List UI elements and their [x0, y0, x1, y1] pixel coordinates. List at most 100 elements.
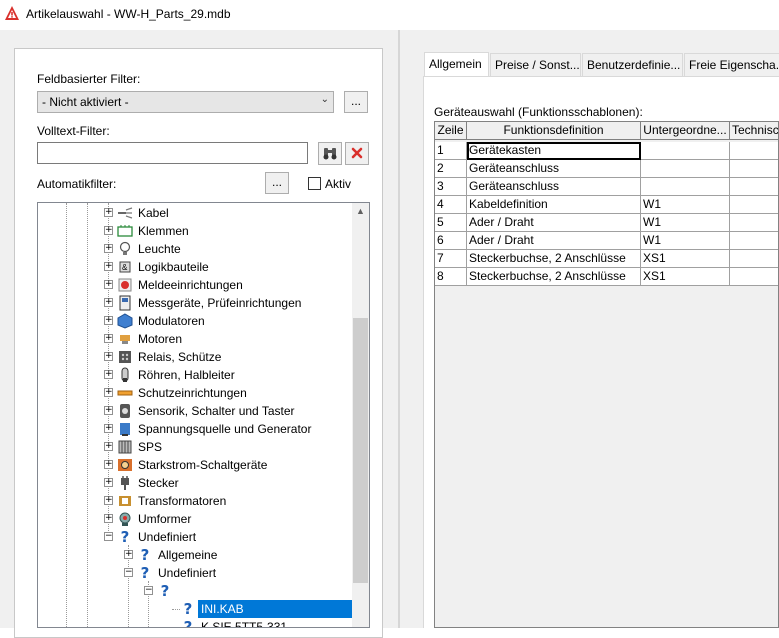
- row-number[interactable]: 3: [435, 178, 467, 196]
- expand-icon[interactable]: +: [104, 280, 113, 289]
- sub-cell[interactable]: W1: [641, 232, 730, 250]
- expand-icon[interactable]: +: [104, 388, 113, 397]
- tab-allgemein[interactable]: Allgemein: [424, 52, 489, 76]
- collapse-icon[interactable]: −: [144, 586, 153, 595]
- row-number[interactable]: 7: [435, 250, 467, 268]
- expand-icon[interactable]: +: [104, 298, 113, 307]
- tech-cell[interactable]: [730, 196, 778, 214]
- function-cell[interactable]: Gerätekasten: [467, 142, 641, 160]
- column-header[interactable]: Funktionsdefinition: [467, 122, 641, 140]
- tab-preise[interactable]: Preise / Sonst...: [490, 53, 581, 76]
- expand-icon[interactable]: +: [104, 496, 113, 505]
- sub-cell[interactable]: W1: [641, 196, 730, 214]
- expand-icon[interactable]: +: [104, 406, 113, 415]
- active-checkbox[interactable]: [308, 177, 321, 190]
- tree-scrollbar[interactable]: ▲: [352, 203, 369, 627]
- fulltext-filter-input[interactable]: [37, 142, 308, 164]
- column-header[interactable]: Zeile: [435, 122, 467, 140]
- sub-cell[interactable]: [641, 178, 730, 196]
- tree-item[interactable]: + Leuchte: [104, 240, 364, 258]
- tree-item[interactable]: + Kabel: [104, 204, 364, 222]
- category-tree[interactable]: + Kabel + Klemmen + Leuchte + & Logikbau…: [37, 202, 370, 628]
- tree-item[interactable]: + Motoren: [104, 330, 364, 348]
- tech-cell[interactable]: [730, 250, 778, 268]
- panel-splitter[interactable]: [398, 30, 400, 628]
- tree-item[interactable]: + Umformer: [104, 510, 364, 528]
- function-grid[interactable]: Zeile Funktionsdefinition Untergeordne..…: [434, 121, 779, 628]
- scroll-up-icon[interactable]: ▲: [352, 203, 369, 220]
- tree-item[interactable]: ? K SIE 5TT5-331: [164, 618, 352, 627]
- tech-cell[interactable]: [730, 160, 778, 178]
- expand-icon[interactable]: +: [104, 442, 113, 451]
- expand-icon[interactable]: +: [104, 226, 113, 235]
- sub-cell[interactable]: XS1: [641, 250, 730, 268]
- sub-cell[interactable]: XS1: [641, 268, 730, 286]
- expand-icon[interactable]: +: [104, 514, 113, 523]
- function-cell[interactable]: Ader / Draht: [467, 214, 641, 232]
- tech-cell[interactable]: [730, 214, 778, 232]
- column-header[interactable]: Technisc: [730, 122, 778, 140]
- tree-item[interactable]: + Spannungsquelle und Generator: [104, 420, 364, 438]
- tree-item[interactable]: + Transformatoren: [104, 492, 364, 510]
- tree-item[interactable]: − ? Undefiniert: [124, 564, 364, 582]
- tab-freie-eigenschaften[interactable]: Freie Eigenscha...: [684, 53, 779, 76]
- tree-item[interactable]: + Messgeräte, Prüfeinrichtungen: [104, 294, 364, 312]
- row-number[interactable]: 1: [435, 142, 467, 160]
- tree-item[interactable]: − ?: [144, 582, 364, 600]
- tree-item[interactable]: + Schutzeinrichtungen: [104, 384, 364, 402]
- row-number[interactable]: 6: [435, 232, 467, 250]
- tech-cell[interactable]: [730, 142, 778, 160]
- function-cell[interactable]: Ader / Draht: [467, 232, 641, 250]
- field-filter-dropdown[interactable]: - Nicht aktiviert - ⌄: [37, 91, 334, 113]
- function-cell[interactable]: Kabeldefinition: [467, 196, 641, 214]
- sub-cell[interactable]: [641, 160, 730, 178]
- tree-item[interactable]: + & Logikbauteile: [104, 258, 364, 276]
- tree-item[interactable]: + SPS: [104, 438, 364, 456]
- expand-icon[interactable]: +: [104, 316, 113, 325]
- expand-icon[interactable]: +: [104, 370, 113, 379]
- expand-icon[interactable]: +: [104, 334, 113, 343]
- row-number[interactable]: 4: [435, 196, 467, 214]
- expand-icon[interactable]: +: [104, 424, 113, 433]
- scroll-thumb[interactable]: [353, 318, 368, 583]
- tree-item[interactable]: + Sensorik, Schalter und Taster: [104, 402, 364, 420]
- function-cell[interactable]: Steckerbuchse, 2 Anschlüsse: [467, 250, 641, 268]
- collapse-icon[interactable]: −: [124, 568, 133, 577]
- expand-icon[interactable]: +: [104, 208, 113, 217]
- row-number[interactable]: 5: [435, 214, 467, 232]
- expand-icon[interactable]: +: [104, 352, 113, 361]
- tree-item[interactable]: + Stecker: [104, 474, 364, 492]
- expand-icon[interactable]: +: [104, 262, 113, 271]
- tree-item[interactable]: + ? Allgemeine: [124, 546, 364, 564]
- tree-item[interactable]: + Röhren, Halbleiter: [104, 366, 364, 384]
- tab-benutzerdefiniert[interactable]: Benutzerdefinie...: [582, 53, 683, 76]
- tree-item[interactable]: + Klemmen: [104, 222, 364, 240]
- tree-item[interactable]: − ? Undefiniert: [104, 528, 364, 546]
- row-number[interactable]: 2: [435, 160, 467, 178]
- binoculars-search-button[interactable]: [318, 142, 342, 165]
- tree-item[interactable]: + Modulatoren: [104, 312, 364, 330]
- expand-icon[interactable]: +: [104, 460, 113, 469]
- function-cell[interactable]: Geräteanschluss: [467, 178, 641, 196]
- meter-icon: [119, 295, 131, 311]
- clear-filter-button[interactable]: [345, 142, 369, 165]
- tree-item[interactable]: + Relais, Schütze: [104, 348, 364, 366]
- tech-cell[interactable]: [730, 178, 778, 196]
- expand-icon[interactable]: +: [104, 244, 113, 253]
- tech-cell[interactable]: [730, 232, 778, 250]
- function-cell[interactable]: Steckerbuchse, 2 Anschlüsse: [467, 268, 641, 286]
- sub-cell[interactable]: [641, 142, 730, 160]
- collapse-icon[interactable]: −: [104, 532, 113, 541]
- auto-filter-button[interactable]: ...: [265, 172, 289, 194]
- row-number[interactable]: 8: [435, 268, 467, 286]
- sub-cell[interactable]: W1: [641, 214, 730, 232]
- expand-icon[interactable]: +: [104, 478, 113, 487]
- column-header[interactable]: Untergeordne...: [641, 122, 730, 140]
- tree-item[interactable]: + Starkstrom-Schaltgeräte: [104, 456, 364, 474]
- field-filter-button[interactable]: ...: [344, 91, 368, 113]
- function-cell[interactable]: Geräteanschluss: [467, 160, 641, 178]
- tech-cell[interactable]: [730, 268, 778, 286]
- tree-item[interactable]: + Meldeeinrichtungen: [104, 276, 364, 294]
- expand-icon[interactable]: +: [124, 550, 133, 559]
- tree-item-selected[interactable]: ? INI.KAB: [164, 600, 352, 618]
